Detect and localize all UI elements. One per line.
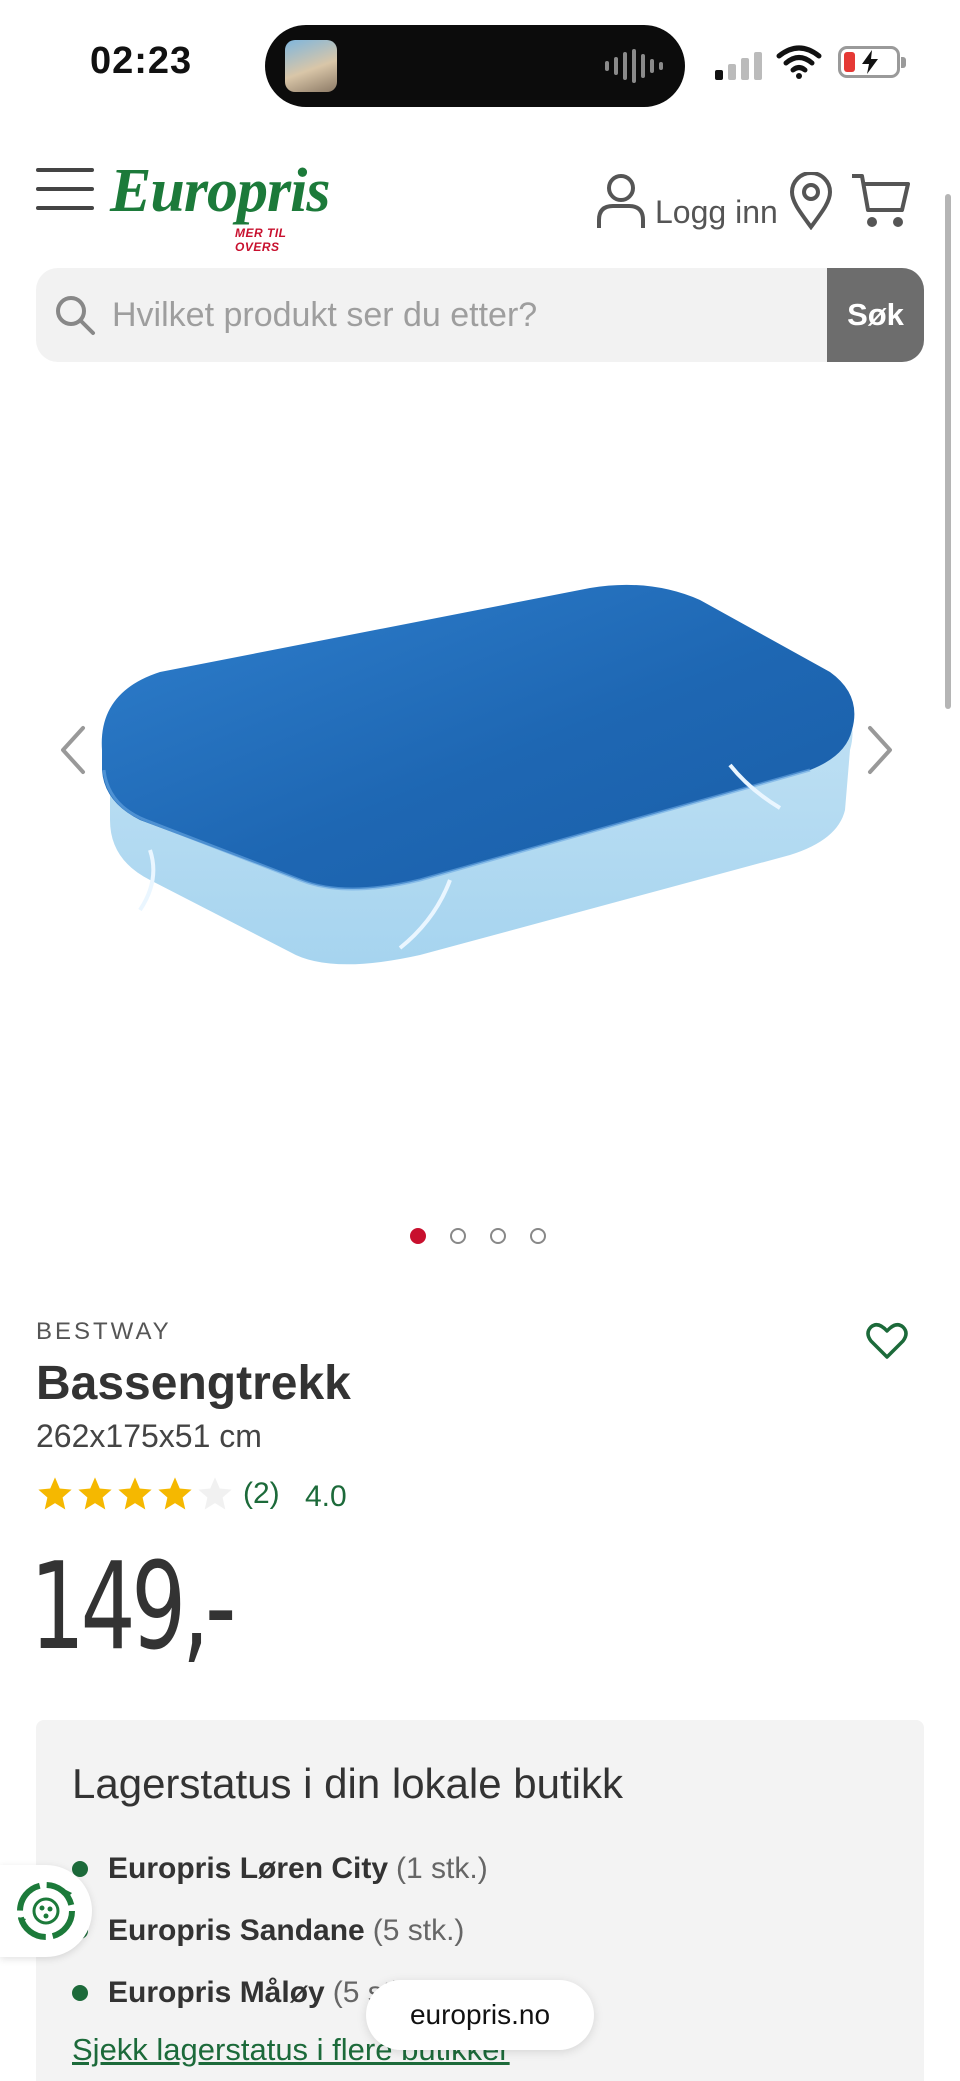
logo-text: Europris — [110, 157, 330, 225]
star-empty-icon — [198, 1477, 232, 1510]
chevron-left-icon[interactable] — [55, 720, 91, 780]
product-brand[interactable]: BESTWAY — [36, 1318, 172, 1346]
recycle-icon — [17, 1882, 75, 1940]
user-icon[interactable] — [595, 172, 647, 230]
store-name: Europris Sandane — [108, 1914, 365, 1947]
list-item: Europris Løren City (1 stk.) — [72, 1838, 488, 1900]
site-header: Europris MER TIL OVERS Logg inn — [0, 150, 960, 254]
store-quantity: (1 stk.) — [396, 1852, 488, 1885]
product-price: 149,- — [30, 1538, 236, 1677]
store-quantity: (5 stk.) — [372, 1914, 465, 1947]
rating-stars[interactable] — [36, 1475, 234, 1513]
star-filled-icon — [118, 1477, 152, 1510]
menu-icon[interactable] — [36, 168, 94, 210]
now-playing-thumbnail — [285, 40, 337, 92]
status-time: 02:23 — [90, 40, 193, 82]
europris-logo[interactable]: Europris MER TIL OVERS — [110, 157, 330, 254]
stock-heading: Lagerstatus i din lokale butikk — [72, 1760, 623, 1807]
dynamic-island[interactable] — [265, 25, 685, 107]
store-name: Europris Måløy — [108, 1976, 325, 2009]
product-title: Bassengtrekk — [36, 1357, 351, 1410]
star-filled-icon — [158, 1477, 192, 1510]
gallery-dot[interactable] — [530, 1228, 546, 1244]
product-size: 262x175x51 cm — [36, 1418, 262, 1454]
wifi-icon — [776, 45, 822, 79]
gallery-dot[interactable] — [450, 1228, 466, 1244]
cellular-signal-icon — [715, 50, 762, 80]
search-button[interactable]: Søk — [827, 268, 924, 362]
cart-icon[interactable] — [850, 170, 912, 230]
login-link[interactable]: Logg inn — [655, 194, 778, 231]
star-filled-icon — [78, 1477, 112, 1510]
store-name: Europris Løren City — [108, 1852, 389, 1885]
product-image[interactable] — [90, 580, 870, 980]
list-item: Europris Sandane (5 stk.) — [72, 1900, 488, 1962]
status-bar: 02:23 — [0, 0, 960, 120]
search-input[interactable] — [112, 268, 852, 362]
gallery-dot[interactable] — [490, 1228, 506, 1244]
audio-waveform-icon — [605, 49, 663, 83]
browser-url-bar[interactable]: europris.no — [366, 1980, 594, 2050]
in-stock-indicator — [72, 1985, 88, 2001]
battery-icon — [838, 46, 906, 78]
rating-value: 4.0 — [305, 1480, 347, 1513]
search-bar: Søk — [36, 268, 924, 362]
heart-icon[interactable] — [866, 1322, 908, 1360]
star-filled-icon — [38, 1477, 72, 1510]
recycle-badge[interactable] — [0, 1865, 92, 1957]
store-locator-icon[interactable] — [788, 172, 834, 230]
search-icon — [56, 296, 95, 335]
logo-tagline: MER TIL OVERS — [235, 226, 287, 254]
gallery-dot[interactable] — [410, 1228, 426, 1244]
gallery-pagination — [410, 1228, 546, 1244]
product-gallery — [0, 390, 960, 1270]
review-count[interactable]: (2) — [243, 1477, 280, 1511]
